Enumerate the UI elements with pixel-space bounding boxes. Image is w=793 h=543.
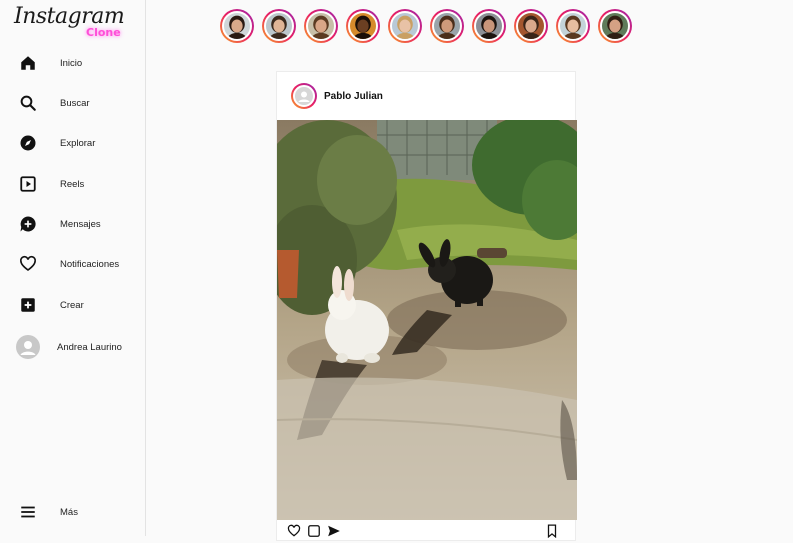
post-actions [277, 520, 575, 542]
app-logo[interactable]: Instagram Clone [14, 4, 134, 40]
plus-square-icon [14, 291, 42, 319]
reels-icon [14, 170, 42, 198]
message-icon [14, 210, 42, 238]
story-avatar[interactable] [220, 9, 254, 43]
post-header: Pablo Julian [277, 72, 575, 120]
nav-label: Reels [60, 178, 85, 190]
nav-item-explorar[interactable]: Explorar [14, 128, 138, 158]
post-image[interactable] [277, 120, 577, 520]
nav-item-mensajes[interactable]: Mensajes [14, 209, 138, 239]
heart-icon [14, 250, 42, 278]
sidebar: Instagram Clone Inicio Buscar Explorar R… [0, 0, 146, 536]
story-avatar[interactable] [472, 9, 506, 43]
nav-item-buscar[interactable]: Buscar [14, 88, 138, 118]
story-avatar[interactable] [304, 9, 338, 43]
nav-label: Crear [60, 299, 84, 311]
story-avatar[interactable] [514, 9, 548, 43]
more-button[interactable]: Más [14, 497, 138, 527]
nav-label: Notificaciones [60, 258, 120, 270]
nav-label: Andrea Laurino [57, 341, 122, 353]
search-icon [14, 89, 42, 117]
home-icon [14, 49, 42, 77]
nav-item-inicio[interactable]: Inicio [14, 48, 138, 78]
user-avatar-icon [14, 333, 42, 361]
post-username[interactable]: Pablo Julian [324, 91, 383, 102]
stories-bar [220, 9, 632, 43]
nav-label: Explorar [60, 137, 96, 149]
story-avatar[interactable] [346, 9, 380, 43]
nav-label: Buscar [60, 97, 90, 109]
post-card: Pablo Julian [276, 71, 577, 542]
story-avatar[interactable] [262, 9, 296, 43]
story-avatar[interactable] [430, 9, 464, 43]
menu-icon [14, 498, 42, 526]
story-avatar[interactable] [556, 9, 590, 43]
nav-label: Más [60, 506, 78, 518]
nav-label: Mensajes [60, 218, 101, 230]
avatar [16, 335, 40, 359]
nav-label: Inicio [60, 57, 83, 69]
nav-item-profile[interactable]: Andrea Laurino [14, 332, 138, 362]
nav-item-notificaciones[interactable]: Notificaciones [14, 249, 138, 279]
nav-item-crear[interactable]: Crear [14, 290, 138, 320]
compass-icon [14, 129, 42, 157]
story-avatar[interactable] [388, 9, 422, 43]
nav-item-reels[interactable]: Reels [14, 169, 138, 199]
logo-subtitle: Clone [86, 26, 121, 39]
post-author-avatar[interactable] [291, 83, 317, 109]
story-avatar[interactable] [598, 9, 632, 43]
